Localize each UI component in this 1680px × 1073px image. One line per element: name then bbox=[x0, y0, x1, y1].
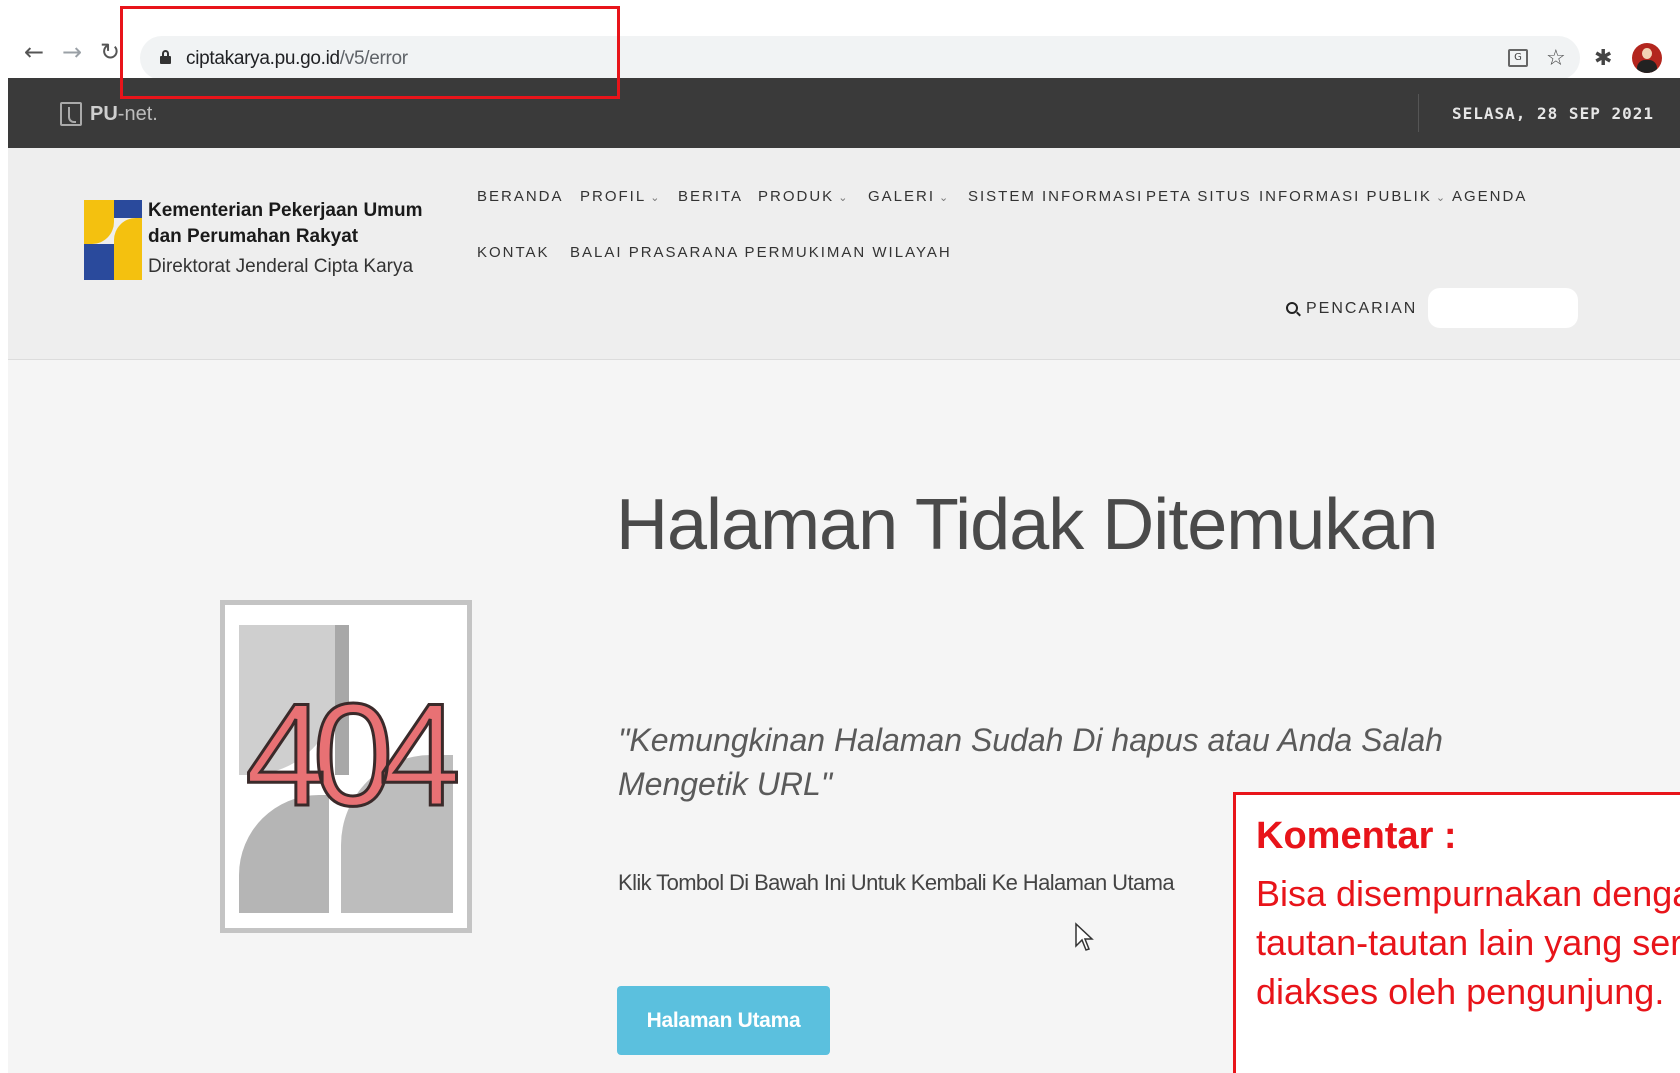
menu-sistem-informasi[interactable]: SISTEM INFORMASI bbox=[968, 188, 1143, 205]
bookmark-star-icon[interactable]: ☆ bbox=[1546, 48, 1566, 70]
chevron-down-icon: ⌄ bbox=[939, 191, 949, 204]
error-title: Halaman Tidak Ditemukan bbox=[616, 485, 1438, 565]
menu-label: KONTAK bbox=[477, 244, 550, 261]
punet-brand-bold: PU bbox=[90, 103, 118, 125]
current-date: SELASA, 28 SEP 2021 bbox=[1451, 104, 1654, 123]
menu-profil[interactable]: PROFIL ⌄ bbox=[580, 188, 659, 205]
punet-logo-icon bbox=[60, 102, 82, 126]
search-label[interactable]: PENCARIAN bbox=[1286, 300, 1417, 318]
search-input[interactable] bbox=[1428, 288, 1578, 328]
menu-berita[interactable]: BERITA bbox=[678, 188, 743, 205]
menu-produk[interactable]: PRODUK ⌄ bbox=[758, 188, 847, 205]
menu-agenda[interactable]: AGENDA bbox=[1452, 188, 1527, 205]
comment-body: Bisa disempurnakan dengan tautan-tautan … bbox=[1256, 873, 1680, 1012]
menu-informasi-publik[interactable]: INFORMASI PUBLIK ⌄ bbox=[1259, 188, 1445, 205]
logo-ministry-line1[interactable]: Kementerian Pekerjaan Umum bbox=[148, 200, 423, 222]
mouse-cursor-icon bbox=[1075, 922, 1094, 951]
logo-ministry-line2[interactable]: dan Perumahan Rakyat bbox=[148, 226, 358, 248]
menu-kontak[interactable]: KONTAK bbox=[477, 244, 550, 261]
back-arrow-icon[interactable]: ← bbox=[24, 40, 44, 64]
punet-brand[interactable]: PU-net. bbox=[90, 103, 158, 126]
menu-beranda[interactable]: BERANDA bbox=[477, 188, 564, 205]
home-button[interactable]: Halaman Utama bbox=[617, 986, 830, 1055]
menu-balai[interactable]: BALAI PRASARANA PERMUKIMAN WILAYAH bbox=[570, 244, 952, 261]
search-label-text: PENCARIAN bbox=[1306, 300, 1418, 317]
chevron-down-icon: ⌄ bbox=[1435, 191, 1446, 204]
page: ← → ↻ ciptakarya.pu.go.id/v5/error G ☆ ✱… bbox=[0, 0, 1680, 1073]
topbar-divider bbox=[1418, 94, 1419, 132]
error-hint: Klik Tombol Di Bawah Ini Untuk Kembali K… bbox=[618, 870, 1175, 895]
reload-icon[interactable]: ↻ bbox=[100, 40, 120, 64]
menu-label: SISTEM INFORMASI bbox=[968, 188, 1144, 205]
menu-label: PETA SITUS bbox=[1146, 188, 1252, 205]
menu-label: BERANDA bbox=[477, 188, 564, 205]
forward-arrow-icon[interactable]: → bbox=[62, 40, 82, 64]
menu-label: BERITA bbox=[678, 188, 744, 205]
profile-avatar[interactable] bbox=[1632, 43, 1662, 73]
search-icon bbox=[1286, 302, 1298, 314]
comment-title: Komentar : bbox=[1256, 815, 1457, 857]
menu-label: PROFIL bbox=[580, 188, 647, 205]
menu-peta-situs[interactable]: PETA SITUS bbox=[1146, 188, 1252, 205]
error-code-text: 404 bbox=[244, 672, 463, 838]
menu-label: INFORMASI PUBLIK bbox=[1259, 188, 1432, 205]
chevron-down-icon: ⌄ bbox=[650, 191, 660, 204]
error-404-image: 404 bbox=[220, 600, 472, 933]
site-header: Kementerian Pekerjaan Umum dan Perumahan… bbox=[8, 148, 1680, 360]
translate-icon[interactable]: G bbox=[1508, 49, 1528, 67]
logo-directorate[interactable]: Direktorat Jenderal Cipta Karya bbox=[148, 256, 413, 278]
chevron-down-icon: ⌄ bbox=[838, 191, 848, 204]
menu-label: BALAI PRASARANA PERMUKIMAN WILAYAH bbox=[570, 244, 952, 261]
pupr-logo-icon[interactable] bbox=[84, 200, 142, 280]
menu-galeri[interactable]: GALERI ⌄ bbox=[868, 188, 948, 205]
comment-annotation-box: Komentar : Bisa disempurnakan dengan tau… bbox=[1233, 792, 1680, 1073]
punet-brand-rest: -net. bbox=[117, 103, 158, 125]
menu-label: GALERI bbox=[868, 188, 936, 205]
extensions-puzzle-icon[interactable]: ✱ bbox=[1594, 48, 1612, 70]
menu-label: PRODUK bbox=[758, 188, 835, 205]
url-annotation-box bbox=[120, 6, 620, 99]
menu-label: AGENDA bbox=[1452, 188, 1528, 205]
